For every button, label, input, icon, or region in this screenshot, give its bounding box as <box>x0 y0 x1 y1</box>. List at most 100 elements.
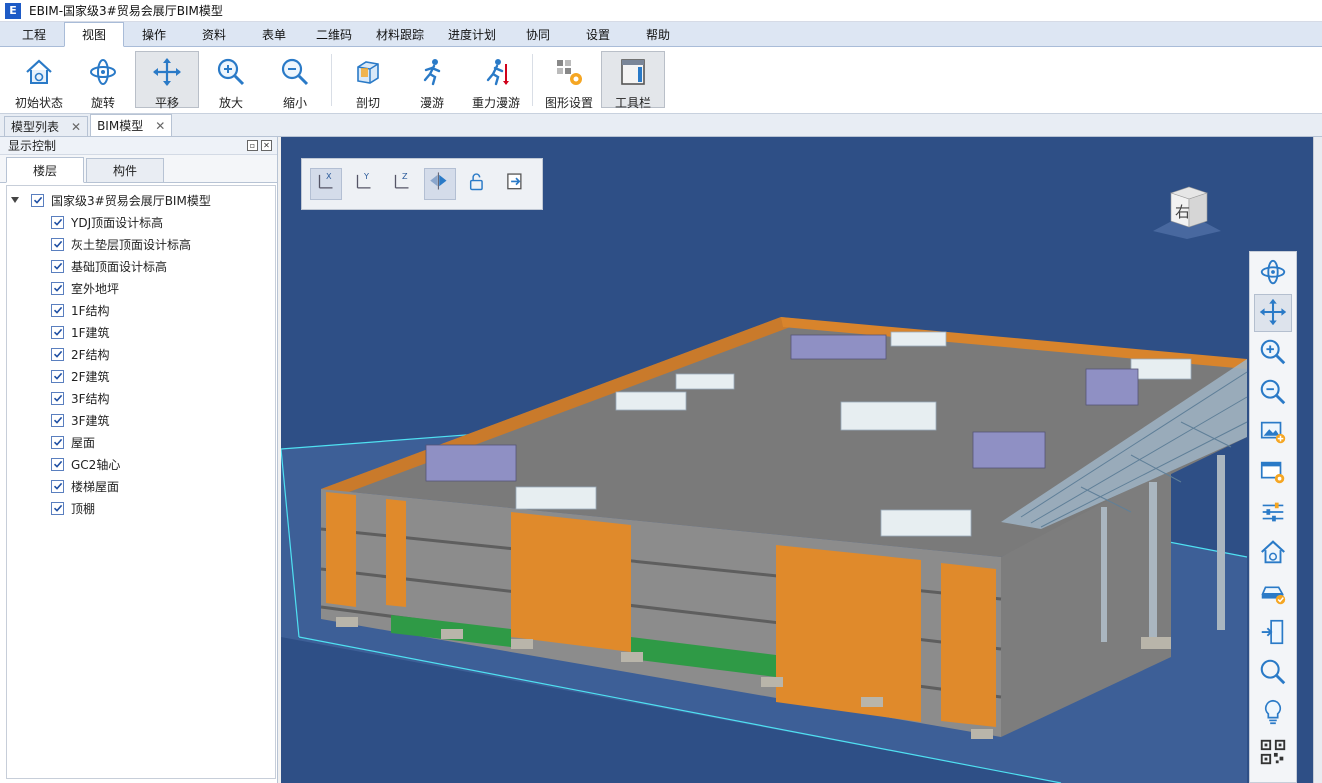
menu-tab-8[interactable]: 协同 <box>508 23 568 46</box>
ribbon-button-toolbar[interactable]: 工具栏 <box>601 51 665 110</box>
menu-tab-6[interactable]: 材料跟踪 <box>364 23 436 46</box>
tree-item[interactable]: 2F结构 <box>7 343 275 365</box>
tree-item[interactable]: 3F结构 <box>7 387 275 409</box>
tree-item[interactable]: 1F建筑 <box>7 321 275 343</box>
tree-item[interactable]: 2F建筑 <box>7 365 275 387</box>
tab-floors[interactable]: 楼层 <box>6 157 84 183</box>
checkbox[interactable] <box>51 259 64 273</box>
tree-item[interactable]: YDJ顶面设计标高 <box>7 211 275 233</box>
close-panel-icon[interactable]: ✕ <box>261 140 272 151</box>
ribbon-button-walk[interactable]: 漫游 <box>400 51 464 110</box>
image-add-icon <box>1258 417 1288 450</box>
tree-item[interactable]: 室外地坪 <box>7 277 275 299</box>
axis-y-button[interactable]: Y <box>348 168 380 200</box>
checkbox[interactable] <box>31 193 44 207</box>
checkbox[interactable] <box>51 457 64 471</box>
ribbon-button-label: 缩小 <box>282 96 307 110</box>
ribbon-button-pan[interactable]: 平移 <box>135 51 199 110</box>
tree-item[interactable]: 1F结构 <box>7 299 275 321</box>
view-side-toolbar <box>1249 251 1297 783</box>
ribbon-button-home-reset[interactable]: 初始状态 <box>7 51 71 110</box>
tree-item[interactable]: GC2轴心 <box>7 453 275 475</box>
ribbon-button-graphics-settings[interactable]: 图形设置 <box>537 51 601 110</box>
tab-components[interactable]: 构件 <box>86 158 164 182</box>
tab-model-list[interactable]: 模型列表 ✕ <box>4 116 89 136</box>
tree-item-label: 楼梯屋面 <box>71 479 120 494</box>
svg-text:X: X <box>326 170 332 180</box>
menu-tab-4[interactable]: 表单 <box>244 23 304 46</box>
vertical-scrollbar[interactable] <box>1313 137 1322 783</box>
unlock-button[interactable] <box>462 168 494 200</box>
bim-viewport[interactable]: X Y Z 右 <box>281 137 1313 783</box>
menu-tab-5[interactable]: 二维码 <box>304 23 364 46</box>
checkbox[interactable] <box>51 347 64 361</box>
panel-title: 显示控制 <box>8 139 57 153</box>
checkbox[interactable] <box>51 237 64 251</box>
menu-tab-10[interactable]: 帮助 <box>628 23 688 46</box>
checkbox[interactable] <box>51 501 64 515</box>
float-panel-icon[interactable]: ▫ <box>247 140 258 151</box>
door-exit-tool-button[interactable] <box>1254 614 1292 652</box>
tree-item[interactable]: 3F建筑 <box>7 409 275 431</box>
menu-tab-0[interactable]: 工程 <box>4 23 64 46</box>
menu-tab-3[interactable]: 资料 <box>184 23 244 46</box>
sliders-tool-button[interactable] <box>1254 494 1292 532</box>
menu-tab-1[interactable]: 视图 <box>64 22 124 47</box>
menu-tab-2[interactable]: 操作 <box>124 23 184 46</box>
search-tool-button[interactable] <box>1254 654 1292 692</box>
menu-tab-7[interactable]: 进度计划 <box>436 23 508 46</box>
home-reset-icon <box>23 56 55 94</box>
tree-item-label: 2F结构 <box>71 347 110 362</box>
checkbox[interactable] <box>51 281 64 295</box>
tree-item[interactable]: 楼梯屋面 <box>7 475 275 497</box>
tree-item[interactable]: 顶棚 <box>7 497 275 519</box>
tree-item[interactable]: 屋面 <box>7 431 275 453</box>
axis-z-button[interactable]: Z <box>386 168 418 200</box>
checkbox[interactable] <box>51 325 64 339</box>
exit-icon <box>503 170 529 199</box>
ribbon-button-gravity-walk[interactable]: 重力漫游 <box>464 51 528 110</box>
view-cube[interactable]: 右 <box>1149 183 1225 239</box>
gravity-walk-icon <box>480 56 512 94</box>
zoom-out-tool-button[interactable] <box>1254 374 1292 412</box>
checkbox[interactable] <box>51 479 64 493</box>
checkbox[interactable] <box>51 369 64 383</box>
qrcode-tool-button[interactable] <box>1254 734 1292 772</box>
exit-button[interactable] <box>500 168 532 200</box>
checkbox[interactable] <box>51 435 64 449</box>
tree-item[interactable]: 灰土垫层顶面设计标高 <box>7 233 275 255</box>
tree-item-label: 室外地坪 <box>71 281 120 296</box>
tree-item[interactable]: 基础顶面设计标高 <box>7 255 275 277</box>
image-add-tool-button[interactable] <box>1254 414 1292 452</box>
ribbon-button-zoom-out[interactable]: 缩小 <box>263 51 327 110</box>
ribbon-button-section-box[interactable]: 剖切 <box>336 51 400 110</box>
tree-item-label: 国家级3#贸易会展厅BIM模型 <box>51 193 211 208</box>
flip-section-button[interactable] <box>424 168 456 200</box>
ribbon-button-orbit[interactable]: 旋转 <box>71 51 135 110</box>
checkbox[interactable] <box>51 391 64 405</box>
ribbon-button-label: 漫游 <box>419 96 444 110</box>
pan-tool-button[interactable] <box>1254 294 1292 332</box>
menu-tab-9[interactable]: 设置 <box>568 23 628 46</box>
tree-root-item[interactable]: 国家级3#贸易会展厅BIM模型 <box>7 189 275 211</box>
close-icon[interactable]: ✕ <box>155 119 165 133</box>
checkbox[interactable] <box>51 413 64 427</box>
tree-item-label: 2F建筑 <box>71 369 110 384</box>
vehicle-tool-button[interactable] <box>1254 574 1292 612</box>
ribbon-button-zoom-in[interactable]: 放大 <box>199 51 263 110</box>
checkbox[interactable] <box>51 303 64 317</box>
axis-x-button[interactable]: X <box>310 168 342 200</box>
tab-bim-model[interactable]: BIM模型 ✕ <box>90 114 173 136</box>
expand-arrow-icon[interactable] <box>11 197 19 203</box>
window-settings-tool-button[interactable] <box>1254 454 1292 492</box>
orbit-tool-button[interactable] <box>1254 254 1292 292</box>
close-icon[interactable]: ✕ <box>71 120 81 134</box>
ribbon-button-label: 重力漫游 <box>471 96 520 110</box>
home-tool-button[interactable] <box>1254 534 1292 572</box>
checkbox[interactable] <box>51 215 64 229</box>
zoom-in-tool-button[interactable] <box>1254 334 1292 372</box>
bulb-tool-button[interactable] <box>1254 694 1292 732</box>
app-window: E EBIM-国家级3#贸易会展厅BIM模型 工程 视图 操作 资料 表单 二维码 材料跟踪… <box>0 0 1322 783</box>
tree-item-label: YDJ顶面设计标高 <box>71 215 164 230</box>
tab-label: 模型列表 <box>11 120 60 134</box>
